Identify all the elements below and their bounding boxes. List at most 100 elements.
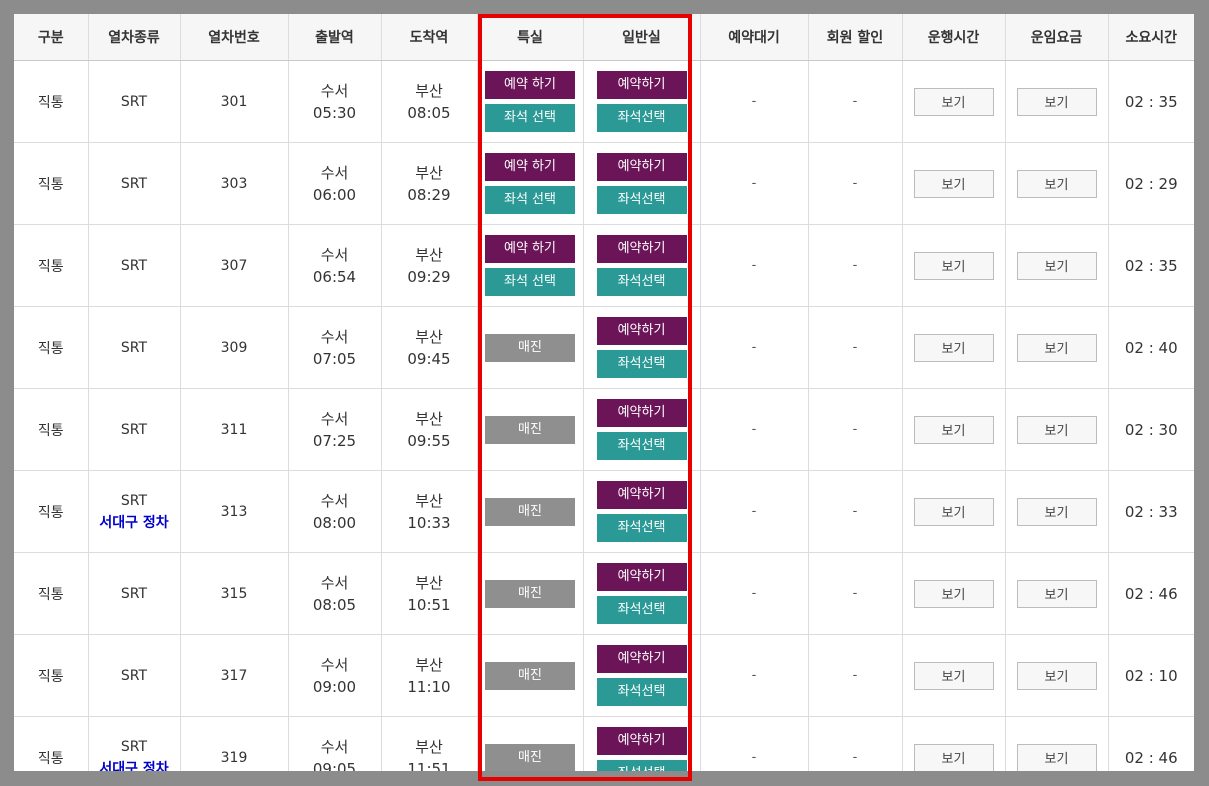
general-seat-select-button[interactable]: 좌석선택 — [596, 432, 687, 460]
view-fare-button[interactable]: 보기 — [1016, 169, 1097, 198]
departure-station: 수서 — [320, 655, 349, 674]
waitlist-cell: - — [700, 634, 809, 717]
schedule-time-cell: 보기 — [902, 634, 1006, 717]
departure-time: 06:54 — [312, 267, 357, 286]
general-reserve-button[interactable]: 예약하기 — [596, 645, 687, 673]
table-row: 직통 SRT 303 수서 06:00 부산 08:29 예약 하기 좌석 선택… — [14, 142, 1194, 225]
general-seat-select-button[interactable]: 좌석선택 — [596, 186, 687, 214]
view-fare-button[interactable]: 보기 — [1016, 497, 1097, 526]
general-reserve-button[interactable]: 예약하기 — [596, 481, 687, 509]
view-schedule-button[interactable]: 보기 — [913, 743, 994, 771]
view-fare-button[interactable]: 보기 — [1016, 333, 1097, 362]
general-seat-select-button[interactable]: 좌석선택 — [596, 678, 687, 706]
schedule-time-cell: 보기 — [902, 60, 1006, 143]
header-general-class: 일반실 — [583, 14, 701, 61]
special-seat-select-button[interactable]: 좌석 선택 — [485, 104, 575, 132]
fare-cell: 보기 — [1005, 716, 1109, 771]
stop-info-link[interactable]: 서대구 정차 — [89, 512, 180, 534]
view-schedule-button[interactable]: 보기 — [913, 415, 994, 444]
general-seat-select-button[interactable]: 좌석선택 — [596, 596, 687, 624]
general-reserve-button[interactable]: 예약하기 — [596, 317, 687, 345]
departure-cell: 수서 05:30 — [288, 60, 382, 143]
general-reserve-button[interactable]: 예약하기 — [596, 153, 687, 181]
special-sold-out-button: 매진 — [485, 497, 575, 526]
departure-station: 수서 — [320, 327, 349, 346]
train-type-text: SRT — [120, 257, 148, 274]
general-reserve-button[interactable]: 예약하기 — [596, 235, 687, 263]
general-class-cell: 예약하기 좌석선택 — [583, 306, 701, 389]
departure-station: 수서 — [320, 409, 349, 428]
departure-time: 09:05 — [312, 759, 357, 772]
duration-cell: 02 : 46 — [1108, 552, 1194, 635]
header-waitlist: 예약대기 — [700, 14, 809, 61]
arrival-station: 부산 — [415, 327, 443, 346]
train-type-cell: SRT — [88, 60, 181, 143]
general-seat-select-button[interactable]: 좌석선택 — [596, 760, 687, 771]
departure-cell: 수서 09:05 — [288, 716, 382, 772]
departure-cell: 수서 07:25 — [288, 388, 382, 471]
train-type-text: SRT — [120, 175, 148, 192]
view-fare-button[interactable]: 보기 — [1016, 87, 1097, 116]
duration-cell: 02 : 30 — [1108, 388, 1194, 471]
header-train-number: 열차번호 — [180, 14, 289, 61]
view-fare-button[interactable]: 보기 — [1016, 415, 1097, 444]
general-seat-select-button[interactable]: 좌석선택 — [596, 268, 687, 296]
schedule-time-cell: 보기 — [902, 716, 1006, 771]
general-reserve-button[interactable]: 예약하기 — [596, 563, 687, 591]
special-reserve-button[interactable]: 예약 하기 — [485, 71, 575, 99]
view-fare-button[interactable]: 보기 — [1016, 579, 1097, 608]
general-seat-select-button[interactable]: 좌석선택 — [596, 104, 687, 132]
special-sold-out-button: 매진 — [485, 415, 575, 444]
arrival-time: 11:51 — [407, 759, 451, 772]
arrival-time: 10:51 — [407, 595, 451, 614]
schedule-time-cell: 보기 — [902, 224, 1006, 307]
general-reserve-button[interactable]: 예약하기 — [596, 71, 687, 99]
category-cell: 직통 — [14, 552, 89, 635]
general-reserve-button[interactable]: 예약하기 — [596, 727, 687, 755]
fare-cell: 보기 — [1005, 470, 1109, 553]
special-sold-out-button: 매진 — [485, 579, 575, 608]
view-fare-button[interactable]: 보기 — [1016, 251, 1097, 280]
waitlist-cell: - — [700, 552, 809, 635]
general-class-cell: 예약하기 좌석선택 — [583, 388, 701, 471]
general-reserve-button[interactable]: 예약하기 — [596, 399, 687, 427]
special-seat-select-button[interactable]: 좌석 선택 — [485, 186, 575, 214]
train-schedule-table: 구분 열차종류 열차번호 출발역 도착역 특실 일반실 예약대기 회원 할인 운… — [14, 14, 1194, 771]
view-fare-button[interactable]: 보기 — [1016, 743, 1097, 771]
waitlist-cell: - — [700, 388, 809, 471]
departure-time: 06:00 — [312, 185, 357, 204]
duration-cell: 02 : 33 — [1108, 470, 1194, 553]
special-reserve-button[interactable]: 예약 하기 — [485, 235, 575, 263]
view-schedule-button[interactable]: 보기 — [913, 169, 994, 198]
train-type-cell: SRT — [88, 306, 181, 389]
member-discount-cell: - — [808, 716, 903, 771]
category-cell: 직통 — [14, 60, 89, 143]
special-class-cell: 예약 하기 좌석 선택 — [477, 224, 584, 307]
special-class-cell: 매진 — [477, 552, 584, 635]
stop-info-link[interactable]: 서대구 정차 — [89, 758, 180, 772]
train-type-cell: SRT 서대구 정차 — [88, 470, 181, 553]
train-number-cell: 317 — [180, 634, 289, 717]
view-schedule-button[interactable]: 보기 — [913, 333, 994, 362]
departure-cell: 수서 08:05 — [288, 552, 382, 635]
view-schedule-button[interactable]: 보기 — [913, 87, 994, 116]
arrival-time: 11:10 — [407, 677, 451, 696]
view-schedule-button[interactable]: 보기 — [913, 251, 994, 280]
train-type-cell: SRT — [88, 552, 181, 635]
arrival-cell: 부산 10:33 — [381, 470, 478, 553]
view-schedule-button[interactable]: 보기 — [913, 497, 994, 526]
view-schedule-button[interactable]: 보기 — [913, 579, 994, 608]
view-schedule-button[interactable]: 보기 — [913, 661, 994, 690]
train-number-cell: 301 — [180, 60, 289, 143]
train-type-cell: SRT 서대구 정차 — [88, 716, 181, 772]
view-fare-button[interactable]: 보기 — [1016, 661, 1097, 690]
train-type-text: SRT — [120, 339, 148, 356]
header-fare: 운임요금 — [1005, 14, 1109, 61]
general-seat-select-button[interactable]: 좌석선택 — [596, 514, 687, 542]
category-cell: 직통 — [14, 306, 89, 389]
general-seat-select-button[interactable]: 좌석선택 — [596, 350, 687, 378]
departure-cell: 수서 07:05 — [288, 306, 382, 389]
special-seat-select-button[interactable]: 좌석 선택 — [485, 268, 575, 296]
header-train-type: 열차종류 — [88, 14, 181, 61]
special-reserve-button[interactable]: 예약 하기 — [485, 153, 575, 181]
